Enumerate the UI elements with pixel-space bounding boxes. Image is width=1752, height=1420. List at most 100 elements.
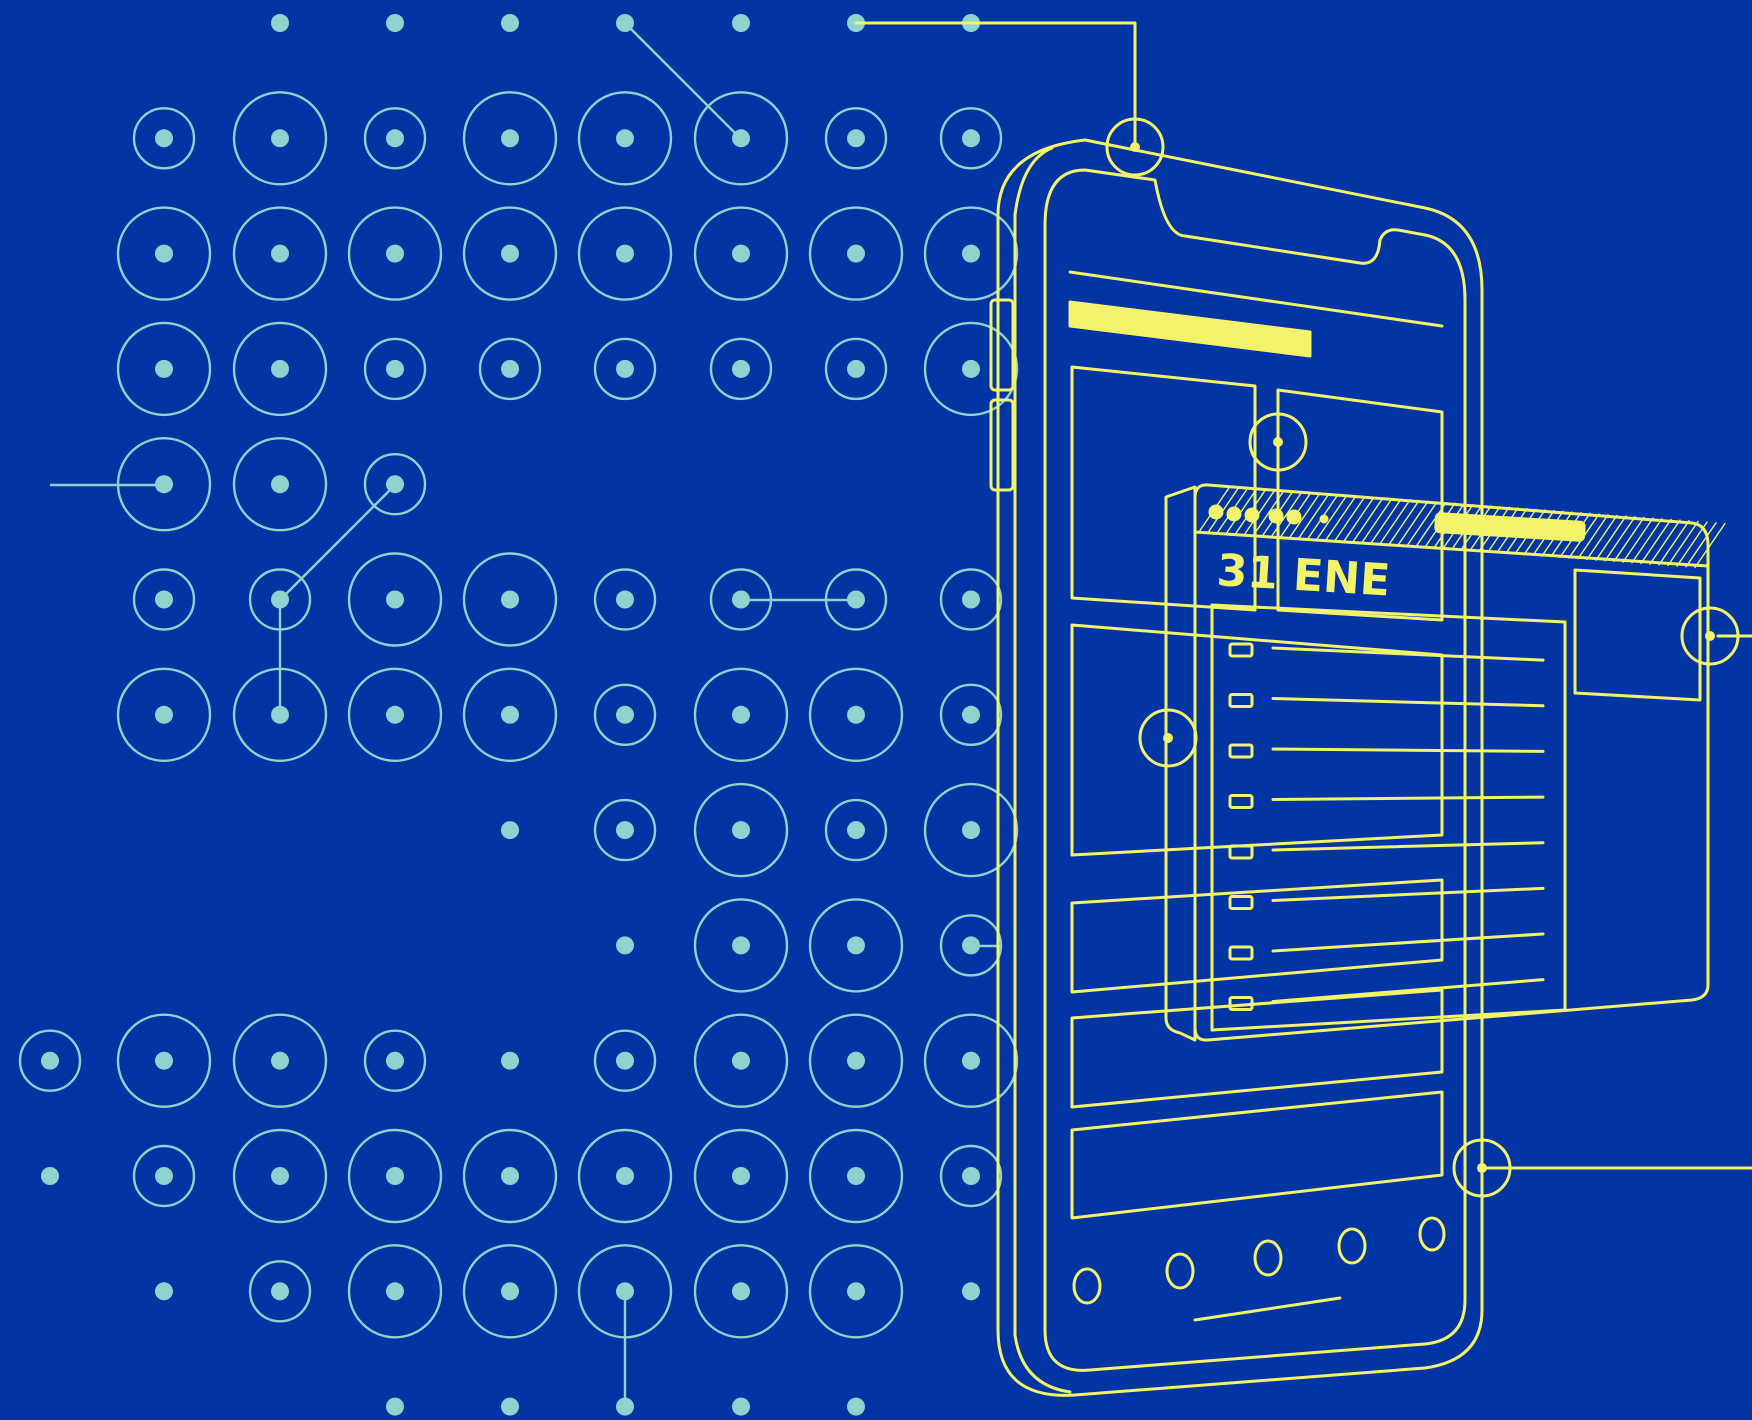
grid-dot <box>732 14 750 32</box>
grid-dot <box>593 1029 657 1092</box>
grid-dot <box>732 1397 750 1416</box>
grid-dot <box>923 1013 1019 1108</box>
grid-dot <box>232 437 328 532</box>
illustration-canvas: 31 ENE <box>18 14 1752 1416</box>
task-line <box>1271 932 1545 953</box>
task-row <box>1228 693 1545 708</box>
grid-dot <box>347 1244 443 1339</box>
grid-dot <box>808 1013 904 1108</box>
nav-dot-5 <box>1418 1216 1446 1252</box>
grid-dot <box>386 1397 404 1416</box>
grid-dot <box>824 107 888 170</box>
grid-dot <box>116 321 212 417</box>
task-checkbox <box>1228 895 1254 910</box>
grid-dot <box>693 1128 789 1224</box>
task-line <box>1271 795 1545 801</box>
nav-dot-2 <box>1165 1252 1195 1290</box>
grid-dot <box>824 798 888 862</box>
grid-dot <box>232 321 328 417</box>
grid-dot <box>616 14 634 32</box>
grid-dot <box>248 1260 312 1323</box>
grid-dot <box>808 206 904 301</box>
grid-dot <box>847 1397 865 1416</box>
task-checkbox <box>1228 945 1254 961</box>
task-list <box>1228 642 1545 1011</box>
task-checkbox <box>1228 693 1254 708</box>
grid-dot <box>478 337 542 401</box>
grid-dot <box>923 206 1019 301</box>
grid-dot <box>693 782 789 878</box>
grid-dot <box>116 206 212 301</box>
volume-down-button <box>989 398 1015 492</box>
content-card-3 <box>1070 623 1444 857</box>
grid-dot <box>116 667 212 762</box>
grid-dot <box>808 1244 904 1339</box>
grid-dot <box>462 1128 558 1224</box>
grid-dot <box>232 1128 328 1224</box>
grid-dot <box>593 798 657 862</box>
grid-dot <box>939 568 1003 631</box>
grid-dot <box>462 667 558 762</box>
task-checkbox <box>1228 794 1254 809</box>
date-label: 31 ENE <box>1215 545 1391 606</box>
grid-dot <box>386 14 404 32</box>
task-row <box>1228 743 1545 759</box>
task-line <box>1271 978 1545 1003</box>
task-checkbox <box>1228 844 1254 860</box>
grid-dot <box>363 107 427 170</box>
grid-dot <box>808 898 904 993</box>
grid-dot <box>501 1397 519 1416</box>
grid-dot <box>693 898 789 993</box>
content-card-5 <box>1070 988 1444 1109</box>
callout-node-left <box>1138 708 1198 768</box>
grid-dot <box>709 337 773 401</box>
phone-side-edge <box>1013 146 1072 1394</box>
grid-dot <box>462 91 558 186</box>
grid-dot <box>501 821 519 840</box>
grid-dot <box>577 1128 673 1224</box>
task-line <box>1271 747 1545 753</box>
grid-dot <box>939 107 1003 170</box>
smartphone <box>989 138 1484 1397</box>
grid-dot <box>347 206 443 301</box>
grid-dot <box>116 1013 212 1108</box>
grid-dot <box>363 337 427 401</box>
grid-dot <box>808 667 904 762</box>
task-line <box>1271 697 1545 708</box>
task-checkbox <box>1228 743 1254 759</box>
task-line <box>1271 646 1545 662</box>
grid-dot <box>693 206 789 301</box>
grid-dot <box>577 91 673 186</box>
grid-dot <box>939 1144 1003 1208</box>
grid-dot <box>132 107 196 170</box>
task-row <box>1228 932 1545 961</box>
grid-dot <box>232 206 328 301</box>
grid-dot <box>347 1128 443 1224</box>
grid-dot <box>132 1144 196 1208</box>
grid-dot <box>693 91 789 186</box>
grid-dot <box>462 206 558 301</box>
grid-dot <box>593 337 657 401</box>
home-indicator <box>1193 1296 1342 1322</box>
grid-dot <box>923 782 1019 878</box>
grid-dot <box>232 1013 328 1108</box>
grid-dot <box>18 1029 82 1092</box>
grid-dot <box>347 667 443 762</box>
grid-dot <box>271 14 289 32</box>
grid-dot <box>363 453 427 516</box>
grid-dot <box>616 936 634 955</box>
grid-dot <box>41 1167 59 1185</box>
content-card-6 <box>1070 1090 1444 1220</box>
task-list-panel <box>1210 603 1567 1032</box>
grid-dot <box>347 552 443 647</box>
grid-dot <box>808 1128 904 1224</box>
grid-dot <box>577 206 673 301</box>
callout-nodes <box>1105 117 1740 1198</box>
grid-dot <box>693 1013 789 1108</box>
grid-dot <box>155 1282 173 1301</box>
grid-dot <box>939 683 1003 746</box>
grid-dot <box>824 337 888 401</box>
task-checkbox <box>1228 642 1254 658</box>
grid-dot <box>593 568 657 631</box>
task-line <box>1271 841 1545 852</box>
